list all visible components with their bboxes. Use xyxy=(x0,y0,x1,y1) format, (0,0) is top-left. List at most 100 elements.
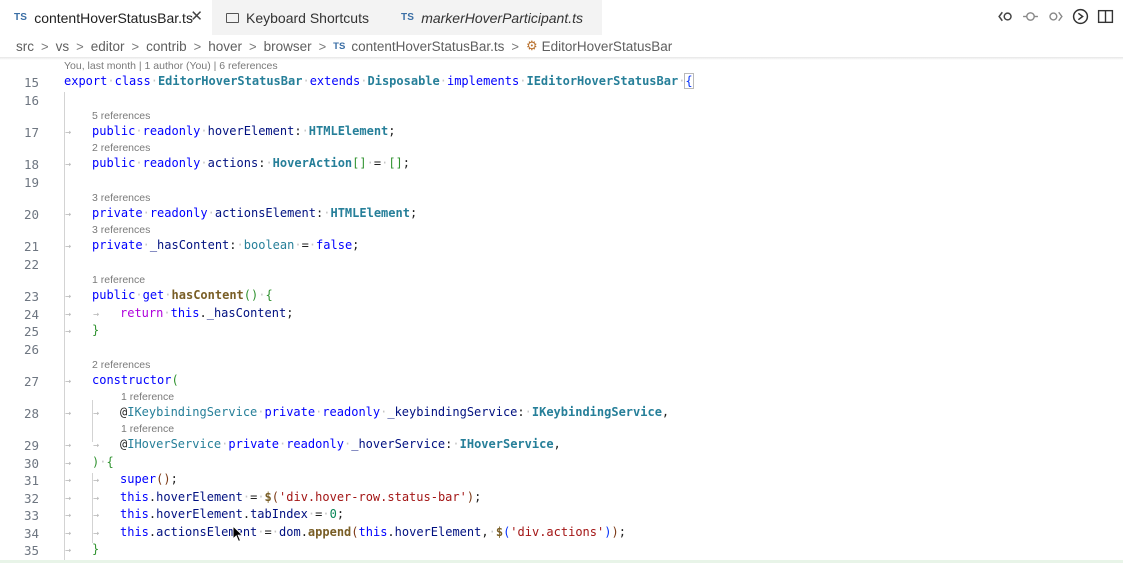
line-number: 29 xyxy=(23,438,39,453)
line-number: 19 xyxy=(23,175,39,190)
whitespace-tab: → xyxy=(65,326,72,337)
breadcrumb-item[interactable]: browser xyxy=(264,39,312,54)
whitespace-tab: → xyxy=(65,475,72,486)
chevron-right-icon: > xyxy=(511,38,519,54)
whitespace-tab: → xyxy=(93,528,100,539)
line-number: 24 xyxy=(23,307,39,322)
editor-actions xyxy=(996,7,1115,26)
code-line: private·_hasContent:·boolean·=·false; xyxy=(92,238,360,252)
line-number: 35 xyxy=(23,543,39,558)
whitespace-tab: → xyxy=(65,458,72,469)
ts-file-icon: TS xyxy=(333,40,346,52)
chevron-right-icon: > xyxy=(41,38,49,54)
whitespace-tab: → xyxy=(65,241,72,252)
codelens[interactable]: You, last month | 1 author (You) | 6 ref… xyxy=(64,60,278,72)
chevron-right-icon: > xyxy=(248,38,257,54)
indent-guide xyxy=(92,400,93,442)
breadcrumb: src > vs > editor > contrib > hover > browser… xyxy=(0,35,1123,57)
code-line: @IHoverService·private·readonly·_hoverSe… xyxy=(120,437,561,451)
breadcrumb-file-label: contentHoverStatusBar.ts xyxy=(351,38,505,54)
code-line: export·class·EditorHoverStatusBar·extend… xyxy=(64,73,694,89)
copilot-icon[interactable] xyxy=(1071,7,1090,26)
code-line: private·readonly·actionsElement:·HTMLEle… xyxy=(92,206,418,220)
close-icon[interactable]: ✕ xyxy=(190,9,203,25)
line-number: 31 xyxy=(23,473,39,488)
class-symbol-icon: ⚙ xyxy=(526,38,538,53)
whitespace-tab: → xyxy=(93,408,100,419)
toggle-breakpoint-icon[interactable] xyxy=(1021,7,1040,26)
line-number: 33 xyxy=(23,508,39,523)
breadcrumb-symbol-label: EditorHoverStatusBar xyxy=(541,38,673,54)
line-number: 15 xyxy=(23,75,39,90)
line-number: 17 xyxy=(23,125,39,140)
keyboard-icon xyxy=(226,12,239,23)
codelens[interactable]: 2 references xyxy=(92,142,150,154)
code-line: )·{ xyxy=(92,455,114,469)
whitespace-tab: → xyxy=(65,376,72,387)
codelens[interactable]: 3 references xyxy=(92,224,150,236)
ts-file-icon: TS xyxy=(401,12,415,23)
whitespace-tab: → xyxy=(93,440,100,451)
tab-keyboard-shortcuts[interactable]: Keyboard Shortcuts xyxy=(212,0,387,35)
tab-markerhoverparticipant[interactable]: TS markerHoverParticipant.ts xyxy=(387,0,602,35)
code-line: this.hoverElement·=·$('div.hover-row.sta… xyxy=(120,490,482,504)
line-number: 16 xyxy=(23,93,39,108)
code-line: constructor( xyxy=(92,373,179,387)
tab-contenthoverstatusbar[interactable]: TS contentHoverStatusBar.ts ✕ xyxy=(0,0,212,35)
code-line: } xyxy=(92,542,100,556)
whitespace-tab: → xyxy=(65,159,72,170)
go-forward-icon[interactable] xyxy=(1046,7,1065,26)
go-back-icon[interactable] xyxy=(996,7,1015,26)
line-number: 34 xyxy=(23,526,39,541)
whitespace-tab: → xyxy=(65,408,72,419)
line-number: 23 xyxy=(23,289,39,304)
tab-label: Keyboard Shortcuts xyxy=(246,9,369,26)
breadcrumb-item[interactable]: hover xyxy=(208,39,242,54)
chevron-right-icon: > xyxy=(76,38,84,54)
breadcrumb-item[interactable]: contrib xyxy=(146,39,187,54)
chevron-right-icon: > xyxy=(193,38,202,54)
codelens[interactable]: 1 reference xyxy=(121,391,174,403)
codelens[interactable]: 5 references xyxy=(92,110,150,122)
whitespace-tab: → xyxy=(65,493,72,504)
whitespace-tab: → xyxy=(65,528,72,539)
whitespace-tab: → xyxy=(93,309,100,320)
line-number: 28 xyxy=(23,406,39,421)
codelens[interactable]: 1 reference xyxy=(121,423,174,435)
line-number: 25 xyxy=(23,324,39,339)
code-line: super(); xyxy=(120,472,178,486)
split-editor-icon[interactable] xyxy=(1096,7,1115,26)
whitespace-tab: → xyxy=(65,127,72,138)
whitespace-tab: → xyxy=(65,545,72,556)
breadcrumb-file[interactable]: TS contentHoverStatusBar.ts xyxy=(333,39,504,54)
breadcrumb-item[interactable]: src xyxy=(16,39,34,54)
line-number: 27 xyxy=(23,374,39,389)
tab-bar: TS contentHoverStatusBar.ts ✕ Keyboard S… xyxy=(0,0,1123,35)
chevron-right-icon: > xyxy=(318,38,327,54)
codelens[interactable]: 2 references xyxy=(92,359,150,371)
codelens[interactable]: 1 reference xyxy=(92,274,145,286)
whitespace-tab: → xyxy=(93,475,100,486)
code-line: public·get·hasContent()·{ xyxy=(92,288,273,302)
line-number: 22 xyxy=(23,257,39,272)
breadcrumb-item[interactable]: editor xyxy=(91,39,125,54)
whitespace-tab: → xyxy=(65,291,72,302)
whitespace-tab: → xyxy=(65,510,72,521)
code-line: return·this._hasContent; xyxy=(120,306,294,320)
codelens[interactable]: 3 references xyxy=(92,192,150,204)
code-line: public·readonly·actions:·HoverAction[]·=… xyxy=(92,156,410,170)
whitespace-tab: → xyxy=(65,440,72,451)
code-editor[interactable]: You, last month | 1 author (You) | 6 ref… xyxy=(0,58,1123,563)
code-line: } xyxy=(92,323,100,337)
code-line: this.actionsElement·=·dom.append(this.ho… xyxy=(120,525,626,539)
chevron-right-icon: > xyxy=(131,38,140,54)
line-number: 32 xyxy=(23,491,39,506)
breadcrumb-symbol[interactable]: ⚙ EditorHoverStatusBar xyxy=(526,38,672,54)
breadcrumb-item[interactable]: vs xyxy=(56,39,70,54)
line-number: 20 xyxy=(23,207,39,222)
whitespace-tab: → xyxy=(93,510,100,521)
whitespace-tab: → xyxy=(65,309,72,320)
line-number: 21 xyxy=(23,239,39,254)
tab-label: markerHoverParticipant.ts xyxy=(421,9,584,26)
whitespace-tab: → xyxy=(93,493,100,504)
